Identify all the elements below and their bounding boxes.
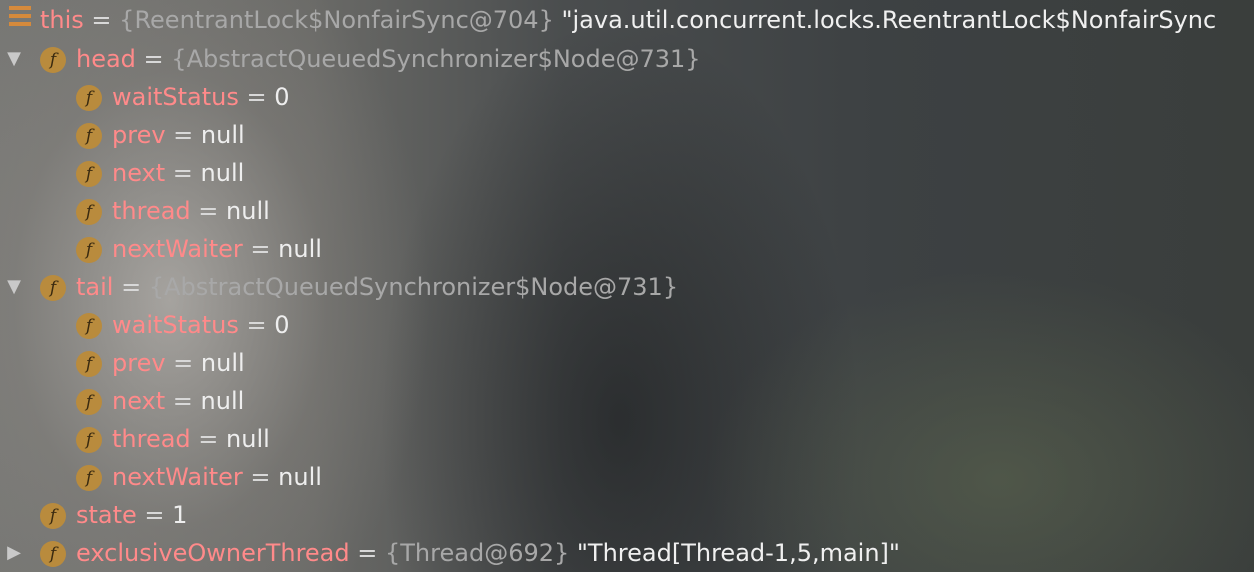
- tree-row-head-nextwaiter[interactable]: f nextWaiter = null: [0, 230, 1254, 268]
- variable-name: next: [112, 159, 166, 187]
- field-icon: f: [76, 161, 102, 187]
- field-icon: f: [40, 503, 66, 529]
- field-icon: f: [76, 427, 102, 453]
- variable-name: nextWaiter: [112, 463, 243, 491]
- debugger-variables-tree: this = {ReentrantLock$NonfairSync@704} "…: [0, 0, 1254, 572]
- variable-value: 1: [172, 501, 188, 529]
- field-icon: f: [76, 237, 102, 263]
- variable-value: null: [278, 463, 322, 491]
- tree-row-this[interactable]: this = {ReentrantLock$NonfairSync@704} "…: [0, 0, 1254, 40]
- field-icon: f: [40, 47, 66, 73]
- variable-value: 0: [274, 83, 290, 111]
- tree-row-tail-prev[interactable]: f prev = null: [0, 344, 1254, 382]
- variable-name: prev: [112, 121, 166, 149]
- tree-row-state[interactable]: f state = 1: [0, 496, 1254, 534]
- variable-value: null: [200, 387, 245, 415]
- field-icon: f: [76, 199, 102, 225]
- tree-row-tail-nextwaiter[interactable]: f nextWaiter = null: [0, 458, 1254, 496]
- variable-value: null: [200, 349, 245, 377]
- variable-name: waitStatus: [112, 83, 239, 111]
- field-icon: f: [40, 541, 66, 567]
- variable-name: waitStatus: [112, 311, 239, 339]
- field-icon: f: [76, 123, 102, 149]
- variable-type: {Thread@692}: [385, 539, 570, 567]
- field-icon: f: [76, 313, 102, 339]
- variable-type: {AbstractQueuedSynchronizer$Node@731}: [148, 273, 679, 301]
- variable-name: exclusiveOwnerThread: [76, 539, 350, 567]
- expand-arrow-icon[interactable]: ▼: [4, 268, 24, 306]
- variable-name: thread: [112, 197, 191, 225]
- variable-name: head: [76, 45, 136, 73]
- tree-row-head-waitstatus[interactable]: f waitStatus = 0: [0, 78, 1254, 116]
- variable-name: state: [76, 501, 137, 529]
- tree-row-tail-next[interactable]: f next = null: [0, 382, 1254, 420]
- tree-row-head-prev[interactable]: f prev = null: [0, 116, 1254, 154]
- variable-name: tail: [76, 273, 114, 301]
- variable-name: thread: [112, 425, 191, 453]
- variable-name: prev: [112, 349, 166, 377]
- variable-value: "java.util.concurrent.locks.ReentrantLoc…: [553, 6, 1217, 34]
- variable-value: null: [200, 121, 245, 149]
- tree-row-tail-waitstatus[interactable]: f waitStatus = 0: [0, 306, 1254, 344]
- expand-arrow-icon[interactable]: ▼: [4, 40, 24, 78]
- object-list-icon: [9, 6, 31, 30]
- collapse-arrow-icon[interactable]: ▶: [4, 534, 24, 572]
- field-icon: f: [76, 85, 102, 111]
- field-icon: f: [76, 351, 102, 377]
- tree-row-tail-thread[interactable]: f thread = null: [0, 420, 1254, 458]
- variable-type: {ReentrantLock$NonfairSync@704}: [119, 6, 554, 34]
- tree-row-tail[interactable]: ▼ f tail = {AbstractQueuedSynchronizer$N…: [0, 268, 1254, 306]
- tree-row-head-next[interactable]: f next = null: [0, 154, 1254, 192]
- variable-value: 0: [274, 311, 290, 339]
- variable-value: null: [226, 197, 270, 225]
- variable-value: "Thread[Thread-1,5,main]": [569, 539, 900, 567]
- field-icon: f: [76, 465, 102, 491]
- field-icon: f: [40, 275, 66, 301]
- tree-row-head[interactable]: ▼ f head = {AbstractQueuedSynchronizer$N…: [0, 40, 1254, 78]
- tree-row-exclusive-owner-thread[interactable]: ▶ f exclusiveOwnerThread = {Thread@692} …: [0, 534, 1254, 572]
- tree-row-head-thread[interactable]: f thread = null: [0, 192, 1254, 230]
- variable-value: null: [226, 425, 270, 453]
- field-icon: f: [76, 389, 102, 415]
- variable-type: {AbstractQueuedSynchronizer$Node@731}: [171, 45, 701, 73]
- variable-name: next: [112, 387, 166, 415]
- variable-value: null: [278, 235, 322, 263]
- variable-value: null: [200, 159, 245, 187]
- variable-name: nextWaiter: [112, 235, 243, 263]
- variable-name: this: [40, 6, 84, 34]
